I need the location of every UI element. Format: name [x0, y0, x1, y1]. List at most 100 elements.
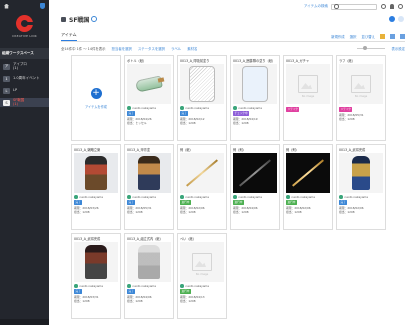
display-settings-link[interactable]: 表示設定: [391, 46, 405, 51]
samurai-image: [138, 156, 160, 190]
avatar: [180, 106, 184, 110]
card-user: naoto nakayama: [132, 284, 156, 288]
samurai-image: [85, 156, 107, 190]
no-image-icon: [192, 253, 212, 276]
item-card[interactable]: 剣（紙） naoto nakayama 進行中 期限：2018/02/06 担当…: [177, 144, 227, 230]
item-card[interactable]: ぺい（紙） naoto nakayama 進行中 期限：2018/04/13 担…: [177, 233, 227, 319]
avatar: [127, 106, 131, 110]
card-assignee: 担当：1208: [74, 209, 90, 214]
card-title: 剣（剣）: [233, 148, 246, 152]
card-assignee: 担当：1208: [127, 298, 143, 303]
item-card[interactable]: ラフ（紙） リテイク 期限：2018/05/31 担当：1208: [336, 55, 386, 141]
sidebar-item-label: SF戦国 (1): [13, 97, 25, 106]
brand-logo[interactable]: [16, 15, 34, 32]
select-button[interactable]: 選択: [350, 34, 357, 39]
assignee-filter[interactable]: 担当者を選択: [112, 46, 132, 51]
sidebar-item-lp[interactable]: L LP: [0, 86, 49, 95]
card-user: naoto nakayama: [344, 195, 368, 199]
samurai-image: [352, 156, 370, 190]
notification-icon[interactable]: [40, 3, 45, 9]
compact-view-icon[interactable]: [400, 33, 405, 39]
tab-items[interactable]: アイテム: [61, 32, 77, 41]
card-assignee: 担当：1208: [339, 209, 355, 214]
sword-image: [239, 159, 271, 187]
search-input[interactable]: [331, 3, 377, 10]
card-title: 0013_A_甲冑塗: [127, 148, 151, 152]
avatar: [74, 284, 78, 288]
card-assignee: 担当：1208: [127, 209, 143, 214]
avatar: [180, 284, 184, 288]
sort-button[interactable]: 並び替え: [361, 34, 375, 39]
thumbnail: [286, 153, 330, 193]
card-user: naoto nakayama: [185, 106, 209, 110]
thumbnail: [127, 64, 171, 104]
more-button[interactable]: [398, 16, 404, 22]
thumbnail: [180, 242, 224, 282]
item-card[interactable]: 0013_A_組立式内（紙） naoto nakayama 完了 期限：2018…: [124, 233, 174, 319]
avatar: [180, 195, 184, 199]
add-item-card[interactable]: + アイテムを作成: [71, 55, 121, 141]
label-filter[interactable]: ラベル: [171, 46, 181, 51]
item-card[interactable]: 0013_A_呼吸前塗り naoto nakayama 完了 期限：2018/0…: [177, 55, 227, 141]
card-assignee: 担当：1208: [339, 116, 355, 121]
thumbnail: [339, 153, 383, 193]
status-filter[interactable]: ステータスを選択: [138, 46, 165, 51]
sketch-image: [189, 66, 215, 102]
card-user: naoto nakayama: [185, 195, 209, 199]
members-button[interactable]: [389, 16, 395, 22]
result-count: 全14件中 1件 〜 14件を表示: [61, 46, 106, 51]
item-card[interactable]: 0013_A_戦略立案 naoto nakayama 完了 期限：2018/03…: [71, 144, 121, 230]
item-search-link[interactable]: アイテムの検索: [304, 4, 328, 9]
material-filter[interactable]: 素材名: [187, 46, 197, 51]
help-icon[interactable]: [398, 4, 403, 9]
plus-icon: +: [90, 87, 102, 99]
card-assignee: 担当：1208: [74, 298, 90, 303]
sketch-image: [242, 66, 268, 102]
item-card[interactable]: 0013_A_囲碁隊の塗り（紙） naoto nakayama チェック中 期限…: [230, 55, 280, 141]
card-title: 剣（紙）: [180, 148, 193, 152]
list-view-icon[interactable]: [390, 33, 395, 39]
sidebar-item-label: LP: [13, 87, 18, 92]
card-title: 0013_A_戦略立案: [74, 148, 101, 152]
thumbnail-size-slider[interactable]: [357, 46, 386, 50]
item-card[interactable]: 0013_A_武将完成 naoto nakayama 完了 期限：2018/03…: [71, 233, 121, 319]
search-icon: [334, 4, 339, 9]
bell-icon[interactable]: [390, 4, 394, 9]
sidebar-item-sf-sengoku[interactable]: S SF戦国 (1): [0, 98, 49, 107]
sidebar-section-title: 組織ワークスペース: [0, 48, 49, 59]
card-assignee: 担当：1208: [180, 209, 196, 214]
item-card[interactable]: ボトル（紙） naoto nakayama 完了 期限：2018/04/26 担…: [124, 55, 174, 141]
status-badge: 完了: [74, 289, 83, 294]
thumbnail: [74, 242, 118, 282]
samurai-image: [138, 245, 160, 279]
card-assignee: 担当：1208: [180, 120, 196, 125]
avatar: [74, 195, 78, 199]
sidebar-item-anniversary[interactable]: 1 1.0周年イベント: [0, 74, 49, 83]
item-card[interactable]: 0013_A_ガチャ リテイク: [283, 55, 333, 141]
status-badge: 進行中: [180, 200, 191, 205]
info-icon[interactable]: [91, 16, 98, 22]
sword-image: [186, 159, 218, 187]
item-grid: + アイテムを作成 ボトル（紙） naoto nakayama 完了 期限：20…: [71, 55, 386, 319]
item-card[interactable]: 0013_A_甲冑塗 naoto nakayama 完了 期限：2018/05/…: [124, 144, 174, 230]
grid-view-icon[interactable]: [380, 33, 385, 39]
page-header: SF戦国: [49, 14, 407, 24]
status-badge: 進行中: [286, 200, 297, 205]
sidebar-item-label: 1.0周年イベント: [13, 75, 40, 80]
card-title: ぺい（紙）: [180, 237, 196, 241]
filter-row: 全14件中 1件 〜 14件を表示 担当者を選択 ステータスを選択 ラベル 素材…: [61, 44, 405, 52]
status-badge: 完了: [180, 111, 189, 116]
thumbnail: [127, 153, 171, 193]
card-user: naoto nakayama: [79, 195, 103, 199]
sidebar-item-aipro[interactable]: ア アイプロ (1): [0, 62, 49, 71]
create-button[interactable]: 新規作成: [331, 34, 345, 39]
home-icon[interactable]: [4, 3, 9, 9]
thumbnail: [74, 153, 118, 193]
item-card[interactable]: 剣（剣） naoto nakayama 進行中 期限：2018/02/06 担当…: [283, 144, 333, 230]
sidebar-footer: [0, 319, 49, 325]
item-card[interactable]: 剣（剣） naoto nakayama 進行中 期限：2018/04/06 担当…: [230, 144, 280, 230]
samurai-image: [85, 245, 107, 279]
settings-icon[interactable]: [381, 4, 386, 9]
workspace-icon[interactable]: [61, 16, 66, 22]
item-card[interactable]: 0013_A_武将完成 naoto nakayama 完了 期限：2018/02…: [336, 144, 386, 230]
